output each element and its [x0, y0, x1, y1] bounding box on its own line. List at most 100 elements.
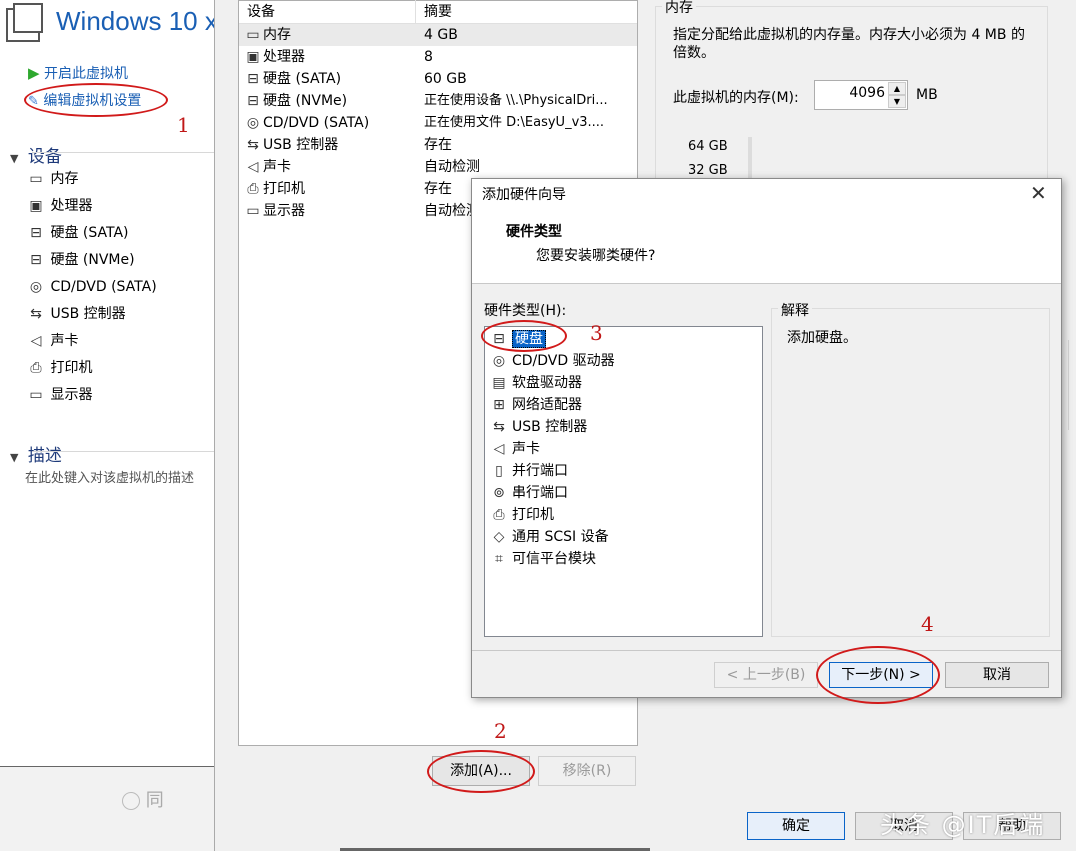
left-device-nvme-disk[interactable]: ⊟ 硬盘 (NVMe) — [26, 247, 134, 274]
list-item[interactable]: ◁ 声卡 — [489, 438, 540, 460]
row-device-cell: ▭ 显示器 — [243, 200, 305, 222]
list-item[interactable]: ⊞ 网络适配器 — [489, 394, 582, 416]
row-summary-cell: 存在 — [424, 137, 452, 153]
annotation-number-4: 4 — [921, 612, 934, 636]
play-icon: ▶ — [28, 64, 40, 82]
back-button[interactable]: < 上一步(B) — [714, 662, 818, 688]
watermark: 头条 @IT后端 — [880, 811, 1046, 839]
row-device-cell: ▣ 处理器 — [243, 46, 305, 68]
usb-icon: ⇆ — [493, 419, 505, 435]
vm-icon — [6, 3, 43, 42]
description-section-header[interactable]: ▼ 描述 — [10, 441, 62, 466]
memory-description: 指定分配给此虚拟机的内存量。内存大小必须为 4 MB 的倍数。 — [673, 27, 1025, 61]
ok-button[interactable]: 确定 — [747, 812, 845, 840]
memory-size-stepper[interactable]: 4096 ▲ ▼ — [814, 80, 908, 110]
list-item[interactable]: ▯ 并行端口 — [489, 460, 568, 482]
scsi-icon: ◇ — [493, 529, 505, 545]
left-device-usb[interactable]: ⇆ USB 控制器 — [26, 301, 126, 328]
memory-group-title: 内存 — [662, 0, 696, 17]
usb-icon: ⇆ — [247, 137, 259, 153]
left-bottom-bar — [0, 766, 214, 851]
left-device-memory[interactable]: ▭ 内存 — [26, 166, 78, 193]
left-device-sata-disk[interactable]: ⊟ 硬盘 (SATA) — [26, 220, 128, 247]
row-device-cell: ⊟ 硬盘 (NVMe) — [243, 90, 347, 112]
description-input[interactable]: 在此处键入对该虚拟机的描述 — [25, 467, 214, 486]
hardware-type-label: 硬件类型(H): — [484, 303, 567, 319]
power-on-link[interactable]: ▶ 开启此虚拟机 — [28, 63, 128, 83]
wizard-subheading: 您要安装哪类硬件? — [536, 248, 656, 264]
cdrom-icon: ◎ — [492, 353, 506, 369]
printer-icon: ⎙ — [247, 181, 259, 197]
left-device-cdrom[interactable]: ◎ CD/DVD (SATA) — [26, 274, 157, 301]
list-item[interactable]: ⌗ 可信平台模块 — [489, 548, 596, 570]
serial-port-icon: ⊚ — [493, 485, 505, 501]
remove-hardware-button[interactable]: 移除(R) — [538, 756, 636, 786]
list-item[interactable]: ⊚ 串行端口 — [489, 482, 568, 504]
vm-summary-panel: Windows 10 x ▶ 开启此虚拟机 ✎ 编辑虚拟机设置 1 ▼ 设备 ▭… — [0, 0, 218, 851]
cpu-icon: ▣ — [29, 198, 43, 214]
annotation-number-2: 2 — [494, 719, 507, 743]
memory-scale-label: 64 GB — [688, 139, 728, 154]
section-divider — [32, 152, 214, 153]
speaker-icon: ◁ — [30, 333, 42, 349]
close-icon[interactable]: ✕ — [1030, 181, 1047, 205]
left-device-display[interactable]: ▭ 显示器 — [26, 382, 92, 409]
spin-down-icon[interactable]: ▼ — [888, 95, 906, 108]
annotation-circle-3 — [481, 320, 567, 352]
bottom-radio-option[interactable]: 同 — [122, 786, 164, 812]
vm-title: Windows 10 x — [56, 6, 218, 36]
wizard-title: 添加硬件向导 — [482, 187, 566, 203]
left-device-sound[interactable]: ◁ 声卡 — [26, 328, 79, 355]
row-summary-cell: 正在使用设备 \\.\PhysicalDri... — [424, 93, 608, 108]
devices-section-header[interactable]: ▼ 设备 — [10, 142, 62, 167]
spin-up-icon[interactable]: ▲ — [888, 82, 906, 95]
printer-icon: ⎙ — [30, 360, 42, 376]
column-header-device[interactable]: 设备 — [239, 0, 416, 24]
wizard-cancel-button[interactable]: 取消 — [945, 662, 1049, 688]
row-summary-cell: 8 — [424, 49, 433, 65]
printer-icon: ⎙ — [493, 507, 505, 523]
annotation-number-3: 3 — [590, 321, 603, 345]
disk-icon: ⊟ — [30, 252, 42, 268]
left-device-printer[interactable]: ⎙ 打印机 — [26, 355, 92, 382]
explanation-group — [771, 308, 1050, 637]
tpm-icon: ⌗ — [495, 551, 503, 567]
usb-icon: ⇆ — [30, 306, 42, 322]
radio-icon — [122, 792, 140, 810]
row-device-cell: ▭ 内存 — [243, 24, 291, 46]
monitor-icon: ▭ — [29, 387, 43, 403]
row-device-cell: ⊟ 硬盘 (SATA) — [243, 68, 341, 90]
list-item[interactable]: ⇆ USB 控制器 — [489, 416, 587, 438]
speaker-icon: ◁ — [493, 441, 505, 457]
list-item[interactable]: ⎙ 打印机 — [489, 504, 554, 526]
list-item[interactable]: ◇ 通用 SCSI 设备 — [489, 526, 609, 548]
disk-icon: ⊟ — [247, 93, 259, 109]
explanation-title: 解释 — [778, 300, 812, 320]
row-summary-cell: 自动检测 — [424, 159, 480, 175]
list-item[interactable]: ◎ CD/DVD 驱动器 — [489, 350, 615, 372]
row-device-cell: ⎙ 打印机 — [243, 178, 305, 200]
cdrom-icon: ◎ — [29, 279, 43, 295]
memory-size-label: 此虚拟机的内存(M): — [673, 90, 799, 106]
collapse-arrow-icon: ▼ — [10, 152, 19, 165]
memory-slider-track[interactable] — [748, 137, 752, 178]
annotation-number-1: 1 — [177, 113, 190, 137]
annotation-circle-2 — [427, 750, 535, 793]
section-divider — [32, 451, 214, 452]
memory-size-input[interactable]: 4096 — [849, 85, 885, 101]
annotation-circle-1 — [24, 83, 168, 117]
cdrom-icon: ◎ — [246, 115, 260, 131]
collapse-arrow-icon: ▼ — [10, 451, 19, 464]
column-header-summary[interactable]: 摘要 — [416, 0, 637, 24]
left-device-cpu[interactable]: ▣ 处理器 — [26, 193, 92, 220]
explanation-text: 添加硬盘。 — [787, 330, 857, 346]
memory-icon: ▭ — [246, 27, 260, 43]
row-summary-cell: 60 GB — [424, 71, 467, 87]
annotation-circle-4 — [816, 646, 940, 704]
network-icon: ⊞ — [493, 397, 505, 413]
memory-icon: ▭ — [29, 171, 43, 187]
wizard-footer-divider — [472, 650, 1061, 651]
parallel-port-icon: ▯ — [495, 463, 503, 479]
list-item[interactable]: ▤ 软盘驱动器 — [489, 372, 582, 394]
right-edge-divider — [1068, 340, 1076, 430]
